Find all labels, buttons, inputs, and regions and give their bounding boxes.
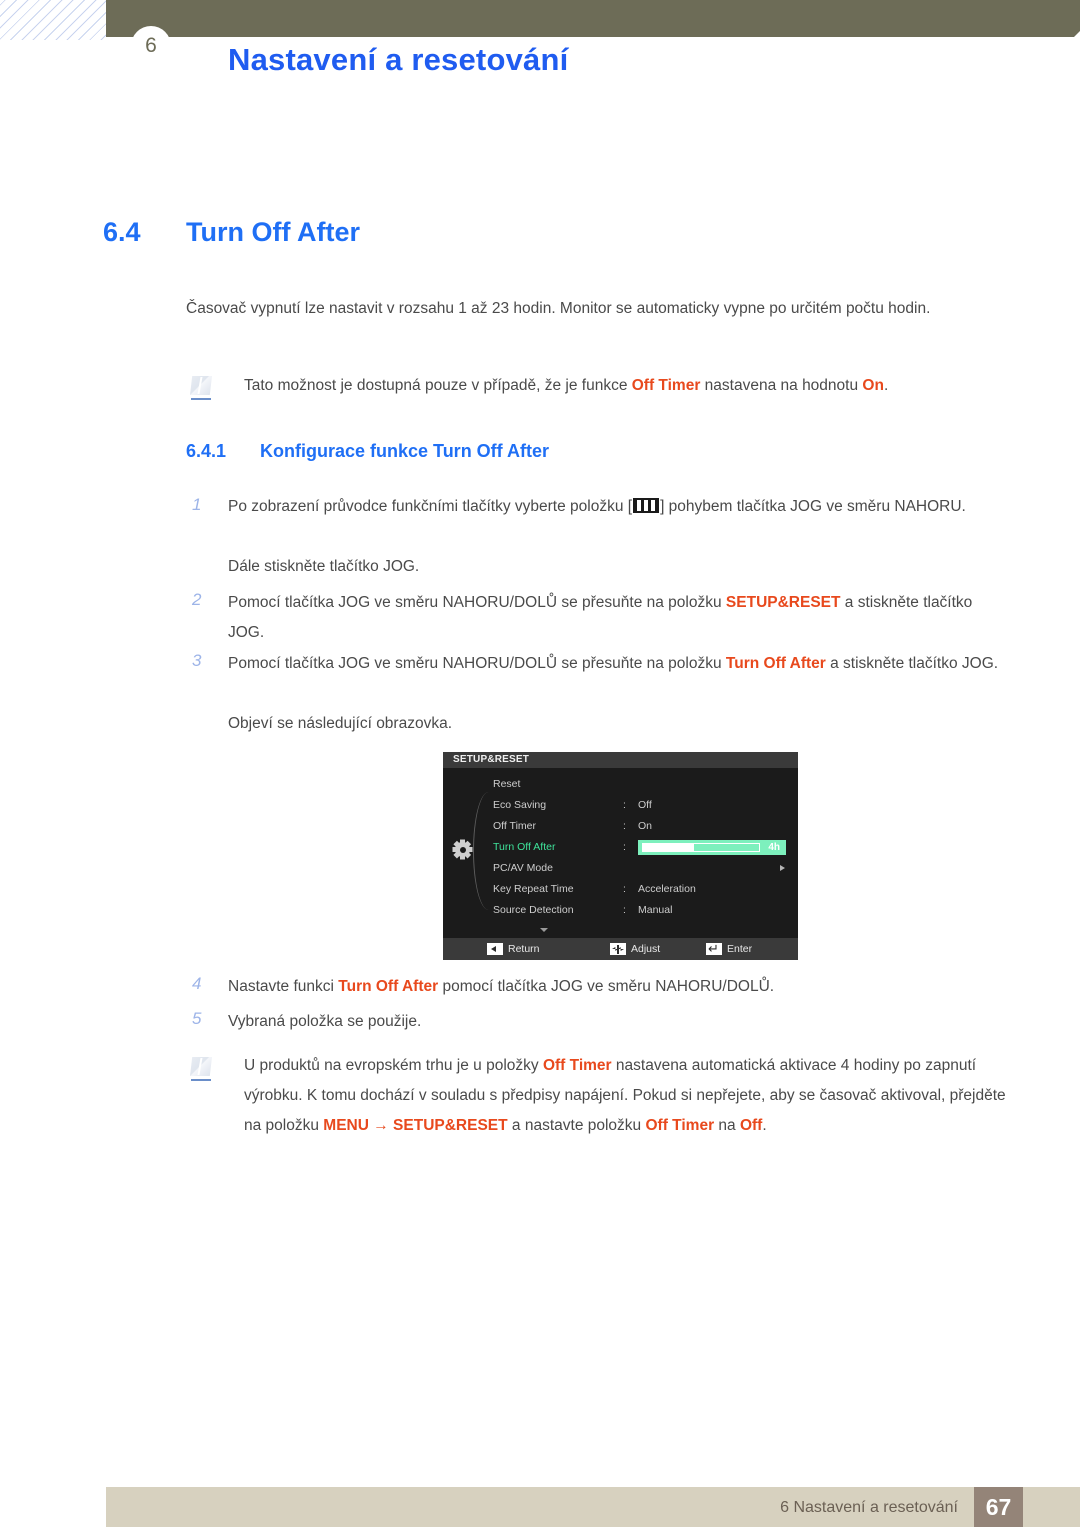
note-bottom-t5: na bbox=[714, 1117, 740, 1134]
step-3-followup: Objeví se následující obrazovka. bbox=[228, 715, 453, 732]
note-bottom-arrow: → bbox=[368, 1117, 394, 1134]
step-2-number: 2 bbox=[192, 590, 202, 609]
step-4-text-b: pomocí tlačítka JOG ve směru NAHORU/DOLŮ… bbox=[438, 978, 775, 995]
turn-off-after-slider[interactable]: 4h bbox=[638, 840, 786, 855]
osd-label-pc-av-mode: PC/AV Mode bbox=[493, 862, 553, 874]
step-3-text-a: Pomocí tlačítka JOG ve směru NAHORU/DOLŮ… bbox=[228, 655, 726, 672]
step-1-text: Po zobrazení průvodce funkčními tlačítky… bbox=[228, 492, 1008, 522]
osd-row-turn-off-after[interactable]: Turn Off After : 4h bbox=[493, 837, 793, 858]
chevron-down-icon[interactable] bbox=[540, 928, 548, 932]
osd-adjust-label: Adjust bbox=[631, 943, 661, 955]
section-title: Turn Off After bbox=[186, 217, 360, 247]
note-sheet-shape bbox=[190, 1057, 212, 1076]
step-1-followup: Dále stiskněte tlačítko JOG. bbox=[228, 558, 420, 575]
step-2-highlight-setup-reset: SETUP&RESET bbox=[725, 594, 841, 611]
subsection-title: Konfigurace funkce Turn Off After bbox=[260, 441, 550, 461]
page-title: Nastavení a resetování bbox=[228, 42, 569, 77]
note-bottom-t1: U produktů na evropském trhu je u položk… bbox=[244, 1057, 543, 1074]
osd-value-source-detection: Manual bbox=[638, 904, 673, 916]
step-4-text-a: Nastavte funkci bbox=[228, 978, 339, 995]
note-bottom-t6: . bbox=[762, 1117, 767, 1134]
enter-key-icon bbox=[706, 938, 722, 960]
osd-label-turn-off-after: Turn Off After bbox=[493, 841, 556, 853]
osd-enter-action[interactable]: Enter bbox=[706, 938, 752, 960]
osd-colon-off-timer: : bbox=[623, 820, 626, 832]
osd-value-key-repeat-time: Acceleration bbox=[638, 883, 696, 895]
step-4-text: Nastavte funkci Turn Off After pomocí tl… bbox=[228, 972, 1008, 1002]
note-icon-bottom bbox=[190, 1057, 214, 1081]
gear-icon bbox=[452, 839, 473, 860]
osd-row-pc-av-mode[interactable]: PC/AV Mode bbox=[493, 858, 793, 879]
osd-value-eco-saving: Off bbox=[638, 799, 652, 811]
note-top-text-after: . bbox=[883, 377, 889, 394]
osd-label-off-timer: Off Timer bbox=[493, 820, 536, 832]
note-bottom-h3-setup-reset: SETUP&RESET bbox=[393, 1117, 508, 1134]
note-bottom-h5-off: Off bbox=[739, 1117, 763, 1134]
header-bar bbox=[106, 0, 1080, 37]
note-bottom-h1: Off Timer bbox=[542, 1057, 612, 1074]
osd-adjust-action[interactable]: Adjust bbox=[610, 938, 660, 960]
corner-stripe-decoration bbox=[0, 0, 106, 40]
chapter-badge-number: 6 bbox=[145, 34, 157, 57]
step-3-number: 3 bbox=[192, 651, 202, 670]
subsection-number: 6.4.1 bbox=[186, 441, 227, 461]
footer-chapter-label: 6 Nastavení a resetování bbox=[780, 1499, 958, 1516]
note-top-highlight-on: On bbox=[862, 377, 884, 394]
note-bottom-t4: a nastavte položku bbox=[507, 1117, 646, 1134]
lead-paragraph: Časovač vypnutí lze nastavit v rozsahu 1… bbox=[186, 300, 931, 317]
osd-colon-eco-saving: : bbox=[623, 799, 626, 811]
page-number-box: 67 bbox=[974, 1487, 1023, 1527]
step-1-text-b: ] pohybem tlačítka JOG ve směru NAHORU. bbox=[660, 498, 966, 515]
arrow-left-key-icon bbox=[487, 943, 503, 955]
note-top: Tato možnost je dostupná pouze v případě… bbox=[244, 371, 1004, 401]
osd-row-eco-saving[interactable]: Eco Saving : Off bbox=[493, 795, 793, 816]
osd-enter-label: Enter bbox=[727, 943, 753, 955]
step-4-number: 4 bbox=[192, 974, 202, 993]
section-number: 6.4 bbox=[103, 217, 141, 247]
step-1-number: 1 bbox=[192, 495, 202, 514]
note-top-highlight-off-timer: Off Timer bbox=[631, 377, 701, 394]
arrow-updown-key-icon bbox=[610, 943, 626, 955]
step-3-text: Pomocí tlačítka JOG ve směru NAHORU/DOLŮ… bbox=[228, 649, 1008, 679]
osd-colon-turn-off-after: : bbox=[623, 841, 626, 853]
note-top-text-mid: nastavena na hodnotu bbox=[700, 377, 863, 394]
osd-return-label: Return bbox=[508, 943, 540, 955]
osd-screenshot: SETUP&RESET Reset Eco Saving : Off Off T… bbox=[443, 752, 798, 960]
osd-value-off-timer: On bbox=[638, 820, 653, 832]
note-bottom: U produktů na evropském trhu je u položk… bbox=[244, 1051, 1014, 1141]
note-underline bbox=[191, 1079, 211, 1081]
menu-icon bbox=[633, 498, 660, 513]
chevron-right-icon bbox=[780, 865, 785, 871]
step-3-text-b: a stiskněte tlačítko JOG. bbox=[825, 655, 999, 672]
osd-label-eco-saving: Eco Saving bbox=[493, 799, 547, 811]
note-icon bbox=[190, 376, 214, 400]
step-1-text-a: Po zobrazení průvodce funkčními tlačítky… bbox=[228, 498, 633, 515]
step-5-text: Vybraná položka se použije. bbox=[228, 1013, 422, 1030]
osd-row-source-detection[interactable]: Source Detection : Manual bbox=[493, 900, 793, 921]
osd-row-key-repeat-time[interactable]: Key Repeat Time : Acceleration bbox=[493, 879, 793, 900]
osd-footer-bar: Return Adjust Enter bbox=[443, 938, 798, 960]
note-bottom-h4-off-timer: Off Timer bbox=[645, 1117, 715, 1134]
osd-colon-key-repeat-time: : bbox=[623, 883, 626, 895]
step-4-highlight-turn-off-after: Turn Off After bbox=[338, 978, 439, 995]
note-sheet-shape bbox=[190, 376, 212, 395]
osd-body: Reset Eco Saving : Off Off Timer : On Tu… bbox=[443, 768, 798, 938]
step-2-text-a: Pomocí tlačítka JOG ve směru NAHORU/DOLŮ… bbox=[228, 594, 726, 611]
osd-colon-source-detection: : bbox=[623, 904, 626, 916]
slider-fill bbox=[642, 843, 694, 852]
slider-value-label: 4h bbox=[768, 842, 780, 853]
osd-label-key-repeat-time: Key Repeat Time bbox=[493, 883, 574, 895]
step-3-highlight-turn-off-after: Turn Off After bbox=[725, 655, 826, 672]
osd-row-off-timer[interactable]: Off Timer : On bbox=[493, 816, 793, 837]
note-top-text-before: Tato možnost je dostupná pouze v případě… bbox=[244, 377, 632, 394]
osd-label-source-detection: Source Detection bbox=[493, 904, 574, 916]
osd-title: SETUP&RESET bbox=[443, 752, 798, 768]
osd-row-reset[interactable]: Reset bbox=[493, 774, 793, 795]
osd-return-action[interactable]: Return bbox=[487, 938, 540, 960]
osd-label-reset: Reset bbox=[493, 778, 521, 790]
step-2-text: Pomocí tlačítka JOG ve směru NAHORU/DOLŮ… bbox=[228, 588, 1008, 648]
step-5-number: 5 bbox=[192, 1009, 202, 1028]
note-underline bbox=[191, 398, 211, 400]
note-bottom-h2-menu: MENU bbox=[323, 1117, 369, 1134]
